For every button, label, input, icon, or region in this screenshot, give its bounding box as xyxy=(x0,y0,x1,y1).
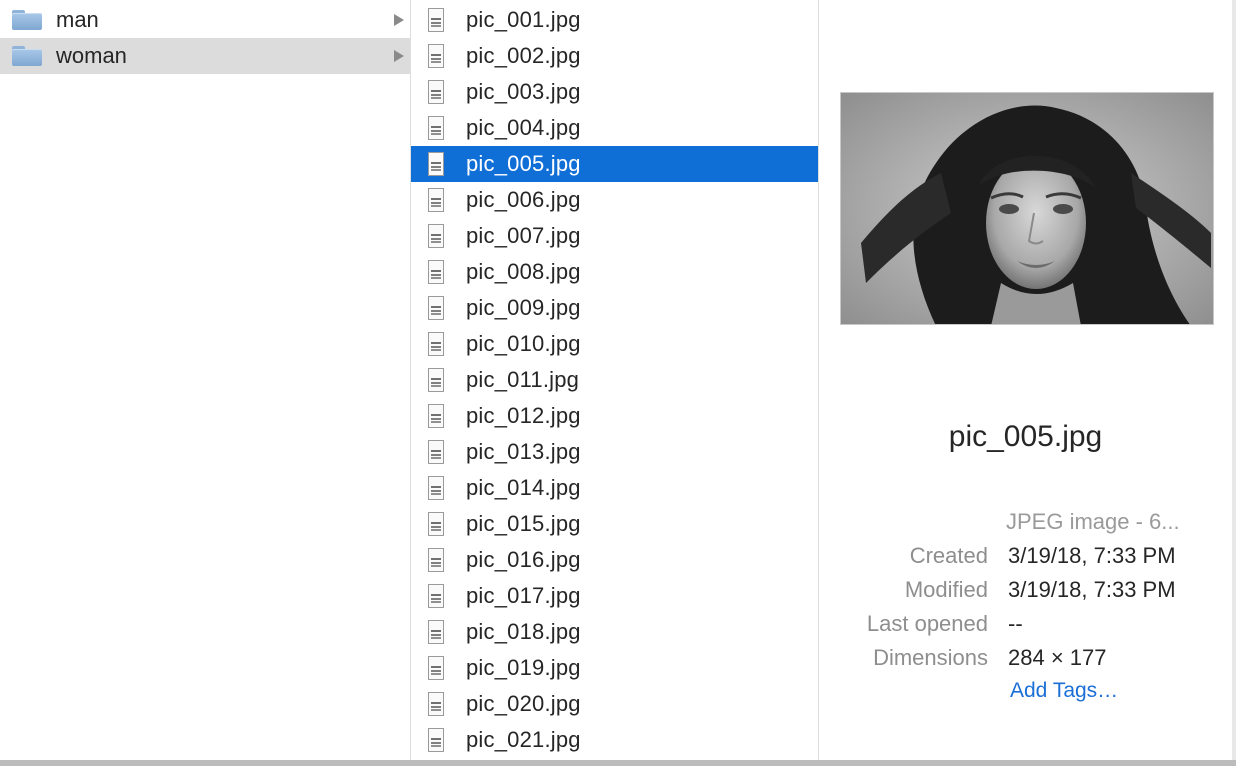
folder-item-woman[interactable]: woman xyxy=(0,38,410,74)
file-item[interactable]: pic_017.jpg xyxy=(411,578,818,614)
image-file-icon xyxy=(428,80,444,104)
image-file-icon xyxy=(428,8,444,32)
file-item[interactable]: pic_002.jpg xyxy=(411,38,818,74)
image-file-icon xyxy=(428,548,444,572)
image-file-icon xyxy=(428,188,444,212)
image-file-icon xyxy=(428,368,444,392)
folder-icon xyxy=(12,46,42,66)
file-name: pic_020.jpg xyxy=(466,691,581,716)
image-file-icon xyxy=(428,260,444,284)
preview-file-name: pic_005.jpg xyxy=(948,420,1103,453)
file-name: pic_017.jpg xyxy=(466,583,581,608)
file-item-selected[interactable]: pic_005.jpg xyxy=(411,146,818,182)
image-file-icon xyxy=(428,584,444,608)
chevron-right-icon xyxy=(394,50,404,62)
file-name: pic_016.jpg xyxy=(466,547,581,572)
file-name: pic_007.jpg xyxy=(466,223,581,248)
meta-value: 3/19/18, 7:33 PM xyxy=(1008,543,1176,568)
file-item[interactable]: pic_010.jpg xyxy=(411,326,818,362)
image-file-icon xyxy=(428,656,444,680)
file-item[interactable]: pic_013.jpg xyxy=(411,434,818,470)
file-item[interactable]: pic_008.jpg xyxy=(411,254,818,290)
file-name: pic_014.jpg xyxy=(466,475,581,500)
meta-value: 284 × 177 xyxy=(1008,645,1107,670)
file-name: pic_013.jpg xyxy=(466,439,581,464)
file-name: pic_009.jpg xyxy=(466,295,581,320)
folder-item-man[interactable]: man xyxy=(0,2,410,38)
image-file-icon xyxy=(428,728,444,752)
file-item[interactable]: pic_001.jpg xyxy=(411,2,818,38)
image-file-icon xyxy=(428,296,444,320)
file-column: pic_001.jpg pic_002.jpg pic_003.jpg pic_… xyxy=(411,0,818,760)
folder-label: man xyxy=(56,7,99,32)
chevron-right-icon xyxy=(394,14,404,26)
image-file-icon xyxy=(428,224,444,248)
file-name: pic_005.jpg xyxy=(466,151,581,176)
meta-created: Created 3/19/18, 7:33 PM xyxy=(819,543,1232,571)
file-item[interactable]: pic_019.jpg xyxy=(411,650,818,686)
file-item[interactable]: pic_003.jpg xyxy=(411,74,818,110)
file-name: pic_004.jpg xyxy=(466,115,581,140)
file-item[interactable]: pic_012.jpg xyxy=(411,398,818,434)
file-item[interactable]: pic_004.jpg xyxy=(411,110,818,146)
add-tags-link[interactable]: Add Tags… xyxy=(1010,679,1118,703)
window-edge xyxy=(1232,0,1236,766)
file-name: pic_015.jpg xyxy=(466,511,581,536)
file-item[interactable]: pic_014.jpg xyxy=(411,470,818,506)
meta-dimensions: Dimensions 284 × 177 xyxy=(819,645,1232,673)
file-item[interactable]: pic_009.jpg xyxy=(411,290,818,326)
folder-label: woman xyxy=(56,43,127,68)
file-name: pic_012.jpg xyxy=(466,403,581,428)
file-kind: JPEG image - 6... xyxy=(1006,509,1180,534)
meta-last-opened: Last opened -- xyxy=(819,611,1232,639)
file-item[interactable]: pic_006.jpg xyxy=(411,182,818,218)
file-name: pic_008.jpg xyxy=(466,259,581,284)
image-file-icon xyxy=(428,620,444,644)
file-item[interactable]: pic_021.jpg xyxy=(411,722,818,758)
file-item[interactable]: pic_011.jpg xyxy=(411,362,818,398)
image-file-icon xyxy=(428,332,444,356)
file-item[interactable]: pic_007.jpg xyxy=(411,218,818,254)
meta-label: Created xyxy=(909,543,988,568)
file-name: pic_010.jpg xyxy=(466,331,581,356)
portrait-thumbnail xyxy=(841,93,1213,324)
file-name: pic_006.jpg xyxy=(466,187,581,212)
file-item[interactable]: pic_018.jpg xyxy=(411,614,818,650)
meta-value: -- xyxy=(1008,611,1023,636)
image-preview[interactable] xyxy=(840,92,1214,325)
file-name: pic_001.jpg xyxy=(466,7,581,32)
folder-column: man woman xyxy=(0,0,410,760)
file-name: pic_011.jpg xyxy=(466,367,580,392)
meta-label: Modified xyxy=(904,577,988,602)
meta-label: Last opened xyxy=(866,611,988,636)
file-name: pic_021.jpg xyxy=(466,727,581,752)
image-file-icon xyxy=(428,44,444,68)
file-name: pic_019.jpg xyxy=(466,655,581,680)
image-file-icon xyxy=(428,512,444,536)
file-item[interactable]: pic_015.jpg xyxy=(411,506,818,542)
file-item[interactable]: pic_020.jpg xyxy=(411,686,818,722)
image-file-icon xyxy=(428,692,444,716)
meta-label: Dimensions xyxy=(873,645,988,670)
meta-value: 3/19/18, 7:33 PM xyxy=(1008,577,1176,602)
image-file-icon xyxy=(428,440,444,464)
image-file-icon xyxy=(428,404,444,428)
window-bottom-edge xyxy=(0,760,1236,766)
image-file-icon xyxy=(428,152,444,176)
file-name: pic_003.jpg xyxy=(466,79,581,104)
folder-icon xyxy=(12,10,42,30)
meta-modified: Modified 3/19/18, 7:33 PM xyxy=(819,577,1232,605)
image-file-icon xyxy=(428,116,444,140)
file-item[interactable]: pic_016.jpg xyxy=(411,542,818,578)
image-file-icon xyxy=(428,476,444,500)
file-name: pic_018.jpg xyxy=(466,619,581,644)
file-name: pic_002.jpg xyxy=(466,43,581,68)
